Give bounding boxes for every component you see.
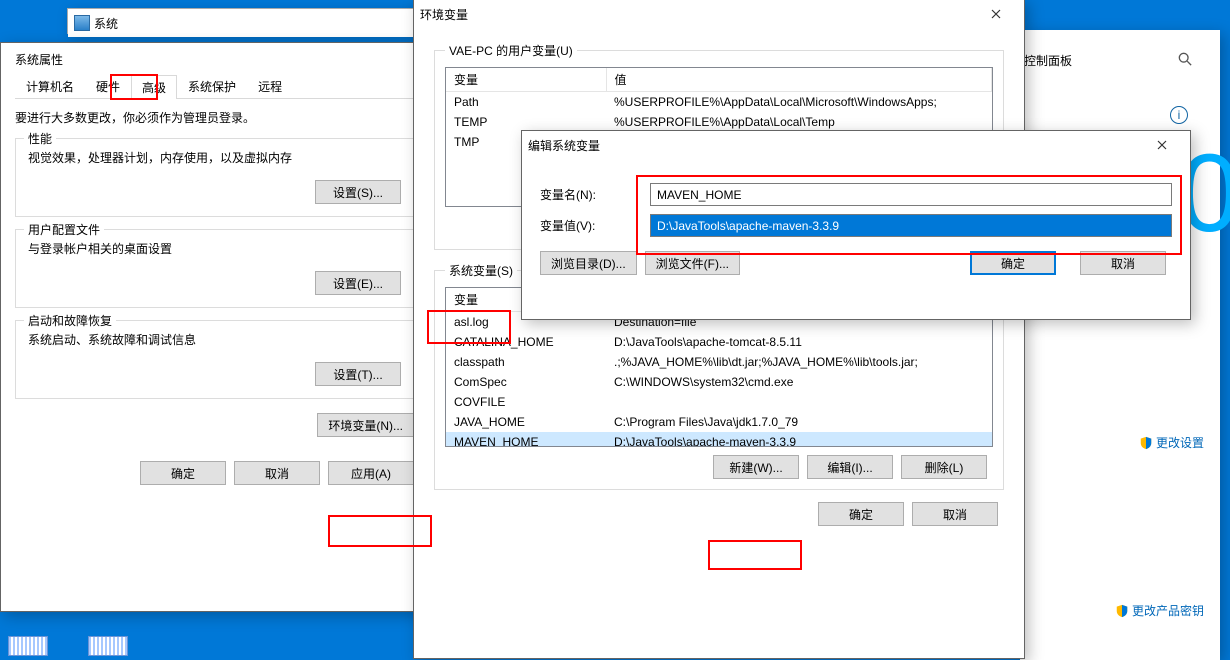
table-row[interactable]: CATALINA_HOMED:\JavaTools\apache-tomcat-…	[446, 332, 992, 352]
sys-new-button[interactable]: 新建(W)...	[713, 455, 799, 479]
sysprops-cancel-button[interactable]: 取消	[234, 461, 320, 485]
system-icon	[74, 15, 90, 31]
envvars-ok-button[interactable]: 确定	[818, 502, 904, 526]
envvars-title: 环境变量	[420, 6, 974, 23]
system-applet: 系统	[67, 8, 417, 34]
user-vars-legend: VAE-PC 的用户变量(U)	[445, 42, 577, 59]
close-icon[interactable]	[1140, 131, 1184, 159]
variable-name-input[interactable]	[650, 183, 1172, 206]
col-value[interactable]: 值	[606, 68, 992, 92]
col-variable[interactable]: 变量	[446, 68, 606, 92]
table-row[interactable]: Path%USERPROFILE%\AppData\Local\Microsof…	[446, 92, 992, 113]
variable-name-label: 变量名(N):	[540, 186, 630, 203]
link-change-settings[interactable]: 更改设置	[1139, 434, 1204, 451]
edit-cancel-button[interactable]: 取消	[1080, 251, 1166, 275]
startup-recovery-desc: 系统启动、系统故障和调试信息	[28, 331, 407, 348]
tab-system-protection[interactable]: 系统保护	[177, 74, 247, 98]
shield-icon	[1139, 436, 1153, 450]
shield-icon	[1115, 604, 1129, 618]
envvars-cancel-button[interactable]: 取消	[912, 502, 998, 526]
link-change-product-key[interactable]: 更改产品密钥	[1115, 602, 1204, 619]
environment-variables-button[interactable]: 环境变量(N)...	[317, 413, 414, 437]
system-properties-dialog: 系统属性 计算机名 硬件 高级 系统保护 远程 要进行大多数更改，你必须作为管理…	[0, 42, 435, 612]
taskbar-item[interactable]	[88, 636, 128, 656]
edit-system-variable-dialog: 编辑系统变量 变量名(N): 变量值(V): 浏览目录(D)... 浏览文件(F…	[521, 130, 1191, 320]
sysprops-apply-button[interactable]: 应用(A)	[328, 461, 414, 485]
tab-remote[interactable]: 远程	[247, 74, 293, 98]
breadcrumb-control-panel[interactable]: 控制面板	[1024, 52, 1072, 69]
group-title-performance: 性能	[24, 130, 56, 147]
group-startup-recovery: 启动和故障恢复 系统启动、系统故障和调试信息 设置(T)...	[15, 320, 420, 399]
table-row[interactable]: classpath.;%JAVA_HOME%\lib\dt.jar;%JAVA_…	[446, 352, 992, 372]
variable-value-label: 变量值(V):	[540, 217, 630, 234]
performance-settings-button[interactable]: 设置(S)...	[315, 180, 401, 204]
group-title-startup-recovery: 启动和故障恢复	[24, 312, 116, 329]
tab-advanced[interactable]: 高级	[131, 75, 177, 99]
info-icon: i	[1170, 106, 1188, 124]
table-row[interactable]: TEMP%USERPROFILE%\AppData\Local\Temp	[446, 112, 992, 132]
user-profile-desc: 与登录帐户相关的桌面设置	[28, 240, 407, 257]
system-applet-title: 系统	[94, 15, 410, 32]
variable-value-input[interactable]	[650, 214, 1172, 237]
table-row[interactable]: JAVA_HOMEC:\Program Files\Java\jdk1.7.0_…	[446, 412, 992, 432]
close-icon[interactable]	[974, 0, 1018, 28]
startup-recovery-settings-button[interactable]: 设置(T)...	[315, 362, 401, 386]
edit-dialog-title: 编辑系统变量	[528, 137, 1140, 154]
system-vars-legend: 系统变量(S)	[445, 262, 517, 279]
table-row[interactable]: COVFILE	[446, 392, 992, 412]
edit-ok-button[interactable]: 确定	[970, 251, 1056, 275]
table-row[interactable]: MAVEN_HOMED:\JavaTools\apache-maven-3.3.…	[446, 432, 992, 447]
sysprops-tabs: 计算机名 硬件 高级 系统保护 远程	[15, 74, 420, 99]
search-icon[interactable]	[1178, 52, 1192, 66]
dialog-title: 系统属性	[15, 51, 420, 68]
performance-desc: 视觉效果，处理器计划，内存使用，以及虚拟内存	[28, 149, 407, 166]
admin-note: 要进行大多数更改，你必须作为管理员登录。	[15, 109, 420, 126]
about-windows-panel: 控制面板 i 0 更改设置 更改产品密钥	[1020, 30, 1220, 660]
group-performance: 性能 视觉效果，处理器计划，内存使用，以及虚拟内存 设置(S)...	[15, 138, 420, 217]
tab-hardware[interactable]: 硬件	[85, 74, 131, 98]
user-profile-settings-button[interactable]: 设置(E)...	[315, 271, 401, 295]
browse-directory-button[interactable]: 浏览目录(D)...	[540, 251, 637, 275]
taskbar	[8, 636, 128, 656]
sysprops-ok-button[interactable]: 确定	[140, 461, 226, 485]
environment-variables-dialog: 环境变量 VAE-PC 的用户变量(U) 变量 值 Path%USERPROFI…	[413, 0, 1025, 659]
table-row[interactable]: ComSpecC:\WINDOWS\system32\cmd.exe	[446, 372, 992, 392]
sys-edit-button[interactable]: 编辑(I)...	[807, 455, 893, 479]
group-user-profile: 用户配置文件 与登录帐户相关的桌面设置 设置(E)...	[15, 229, 420, 308]
taskbar-item[interactable]	[8, 636, 48, 656]
browse-file-button[interactable]: 浏览文件(F)...	[645, 251, 740, 275]
sys-delete-button[interactable]: 删除(L)	[901, 455, 987, 479]
tab-computer-name[interactable]: 计算机名	[15, 74, 85, 98]
group-title-user-profile: 用户配置文件	[24, 221, 104, 238]
